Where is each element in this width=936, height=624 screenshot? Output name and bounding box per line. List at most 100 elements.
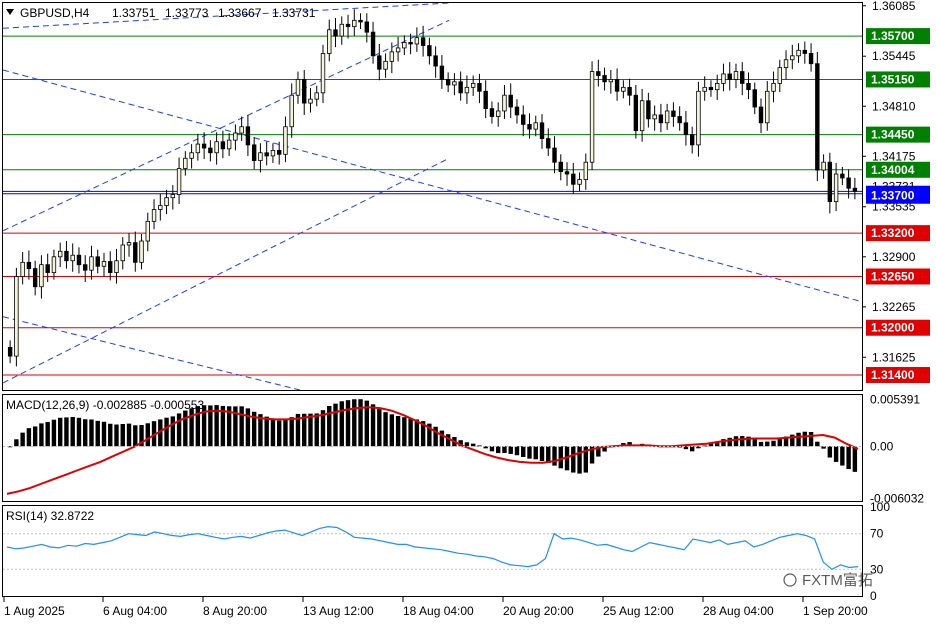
candle-body (802, 49, 808, 54)
candle-body (389, 51, 395, 62)
candle-body (727, 73, 732, 80)
level-tag-label: 1.32650 (871, 270, 915, 284)
macd-bar (327, 405, 332, 447)
candle-body (245, 126, 251, 146)
main-pane-frame (2, 2, 863, 391)
macd-bar (183, 410, 188, 447)
price-tick-label: 1.32265 (872, 300, 916, 314)
candle-body (89, 256, 94, 271)
candle-body (226, 139, 232, 150)
candle-body (333, 29, 338, 37)
candle-body (276, 149, 282, 155)
macd-bar (276, 420, 282, 447)
channel-lower-line (3, 157, 450, 384)
macd-axis: 0.0053910.00-0.006032 (870, 393, 924, 506)
candle-body (352, 19, 357, 28)
macd-bar (852, 446, 858, 472)
macd-bar (496, 446, 501, 454)
time-tick-label: 1 Sep 20:00 (803, 604, 868, 618)
macd-bar (239, 406, 244, 447)
macd-bar (170, 416, 176, 447)
macd-bar (508, 446, 513, 454)
macd-bar (514, 446, 520, 456)
candle-body (120, 244, 125, 262)
candle-body (596, 71, 601, 76)
candle-body (139, 240, 144, 263)
macd-bar (402, 417, 407, 447)
candle-body (158, 205, 163, 210)
macd-bar (270, 418, 276, 447)
macd-bar (533, 446, 538, 460)
candle-body (508, 94, 513, 108)
candle-body (195, 143, 201, 154)
candle-body (639, 100, 645, 132)
level-tag-label: 1.35700 (871, 29, 915, 43)
candle-body (683, 122, 689, 136)
macd-bar (57, 417, 63, 447)
candle-body (608, 79, 614, 83)
macd-bar (39, 423, 44, 447)
price-chart[interactable]: 1.360851.354451.348101.341751.335351.329… (0, 0, 936, 624)
candle-body (708, 86, 714, 91)
candle-body (664, 110, 670, 124)
price-tick-label: 1.34175 (872, 149, 916, 163)
macd-bar (64, 417, 69, 447)
candle-body (470, 82, 476, 88)
price-tick-label: 1.32900 (872, 250, 916, 264)
time-tick-label: 6 Aug 04:00 (103, 604, 167, 618)
macd-bar (840, 446, 845, 466)
candle-body (458, 81, 463, 94)
candle-body (339, 23, 344, 37)
candle-body (752, 89, 757, 108)
rsi-pane-frame (2, 505, 863, 597)
macd-bar (20, 432, 25, 447)
candle-body (233, 132, 238, 141)
candle-body (358, 19, 363, 23)
macd-bar (489, 446, 495, 452)
candle-body (176, 168, 182, 195)
candle-body (377, 55, 382, 70)
macd-bar (289, 417, 294, 447)
candle-body (746, 82, 751, 91)
candle-body (295, 79, 301, 96)
macd-bar (333, 403, 338, 447)
macd-bar (808, 431, 814, 447)
macd-bar (76, 417, 82, 447)
candle-body (627, 86, 632, 96)
time-tick-label: 20 Aug 20:00 (503, 604, 574, 618)
candle-body (477, 82, 482, 92)
candle-body (151, 209, 157, 222)
level-tag-label: 1.34004 (871, 163, 915, 177)
level-tag-label: 1.31400 (871, 368, 915, 382)
macd-bar (83, 419, 88, 447)
macd-bar (577, 446, 582, 474)
macd-bar (439, 430, 445, 447)
time-axis: 1 Aug 2025 6 Aug 04:00 8 Aug 20:00 13 Aug 1… (3, 597, 868, 618)
macd-bar (527, 446, 532, 459)
macd-bar (408, 418, 413, 447)
current-tag-label: 1.33700 (871, 189, 915, 203)
macd-bar (89, 419, 94, 447)
candle-body (796, 49, 801, 57)
candle-body (314, 92, 319, 100)
macd-bar (45, 421, 50, 447)
rsi-tick-label: 70 (870, 527, 884, 541)
macd-bar (464, 442, 470, 447)
macd-bar (314, 413, 319, 447)
candle-body (539, 122, 545, 139)
macd-bar (358, 399, 363, 447)
candle-body (383, 60, 388, 70)
macd-bar (308, 413, 313, 447)
candle-body (208, 147, 213, 154)
time-tick-label: 1 Aug 2025 (4, 604, 65, 618)
candle-body (51, 256, 57, 273)
time-tick-label: 28 Aug 04:00 (703, 604, 774, 618)
macd-bar (771, 440, 776, 447)
macd-bar (164, 417, 169, 447)
triangle-down-icon[interactable] (6, 9, 14, 15)
trend-channel-lines (3, 3, 862, 390)
candle-body (740, 71, 745, 84)
macd-bar (571, 446, 576, 473)
candle-body (783, 59, 789, 69)
macd-bar (414, 419, 420, 447)
